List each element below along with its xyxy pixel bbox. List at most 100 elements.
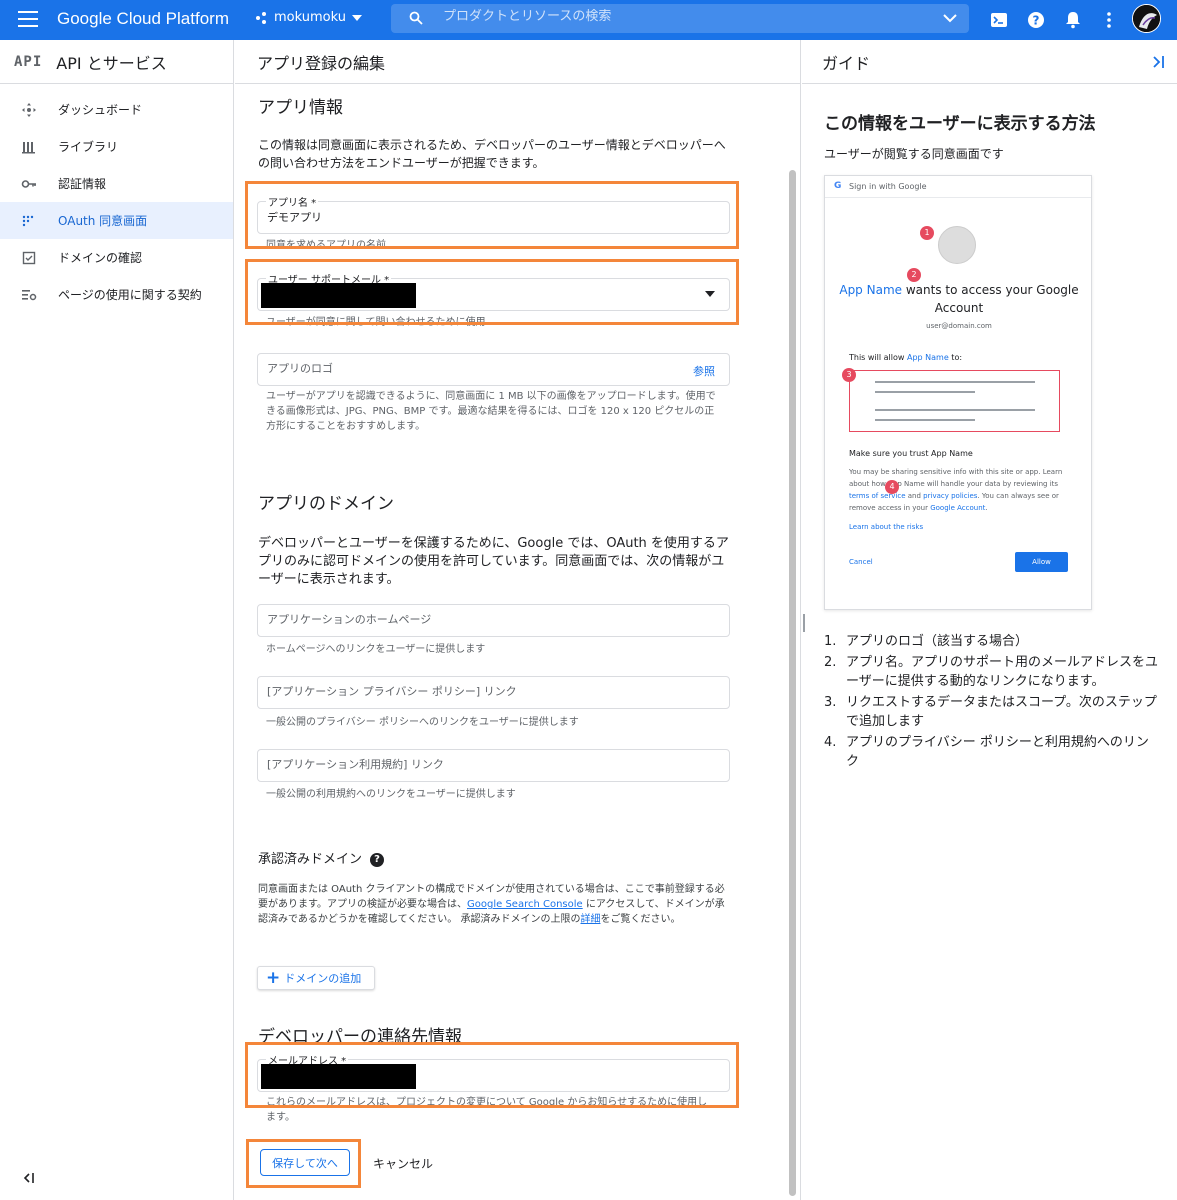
list-text: アプリのプライバシー ポリシーと利用規約へのリンク [846, 735, 1149, 769]
project-selector[interactable]: mokumoku [256, 10, 362, 25]
cloud-shell-icon[interactable] [989, 10, 1009, 30]
preview-app-name: App Name [839, 283, 903, 297]
fine-text: . [985, 504, 988, 512]
highlight-box [245, 1042, 739, 1108]
page-title: アプリ登録の編集 [235, 40, 800, 84]
terms-of-service-input[interactable] [267, 758, 697, 771]
left-navigation: API API とサービス ダッシュボード ライブラリ 認証情報 OAuth 同… [0, 40, 234, 1200]
account-avatar[interactable] [1132, 4, 1161, 33]
highlight-box [245, 181, 739, 249]
privacy-policy-input[interactable] [267, 685, 697, 698]
list-number: 4. [824, 735, 837, 750]
sidebar-item-credentials[interactable]: 認証情報 [0, 165, 233, 202]
app-logo-field[interactable]: 参照 [257, 353, 730, 386]
guide-list-item: 1. アプリのロゴ（該当する場合） [824, 632, 1159, 651]
library-icon [22, 142, 35, 154]
brand-title[interactable]: Google Cloud Platform [57, 9, 229, 29]
nav-title: API とサービス [56, 53, 167, 73]
chevron-down-icon [351, 14, 362, 21]
terms-link: terms of service [849, 492, 906, 500]
dashboard-icon [22, 103, 36, 117]
app-logo-placeholder [938, 226, 976, 264]
sidebar-item-label: ダッシュボード [58, 103, 143, 117]
preview-title: App Name wants to access your Google Acc… [825, 281, 1093, 317]
help-icon[interactable]: ? [370, 852, 385, 867]
search-icon [409, 11, 423, 25]
collapse-nav-icon[interactable] [22, 1172, 36, 1184]
nav-header: API API とサービス [0, 40, 233, 84]
preview-app-name: App Name [906, 353, 949, 362]
search-bar[interactable] [391, 4, 969, 33]
badge-4: 4 [885, 480, 899, 494]
add-domain-button[interactable]: + ドメインの追加 [257, 966, 375, 990]
terms-of-service-field[interactable] [257, 749, 730, 782]
privacy-policy-field[interactable] [257, 676, 730, 709]
highlight-box [246, 1139, 361, 1188]
account-link: Google Account [930, 504, 986, 512]
preview-cancel: Cancel [849, 558, 873, 566]
project-name: mokumoku [274, 10, 346, 25]
app-logo-input[interactable] [267, 362, 697, 375]
badge-3: 3 [842, 368, 856, 382]
sidebar-item-label: ドメインの確認 [58, 251, 143, 265]
badge-2: 2 [907, 268, 921, 282]
scope-line [875, 391, 975, 393]
authorized-domains-description: 同意画面または OAuth クライアントの構成でドメインが使用されている場合は、… [258, 882, 733, 927]
homepage-input[interactable] [267, 613, 697, 626]
preview-trust-title: Make sure you trust App Name [849, 449, 973, 458]
sidebar-item-label: ページの使用に関する契約 [58, 288, 202, 302]
more-vert-icon[interactable] [1099, 10, 1119, 30]
project-icon [256, 11, 268, 24]
google-logo-icon: G [834, 181, 842, 191]
terms-of-service-hint: 一般公開の利用規約へのリンクをユーザーに提供します [266, 789, 516, 800]
app-info-description: この情報は同意画面に表示されるため、デベロッパーのユーザー情報とデベロッパーへの… [258, 138, 726, 170]
homepage-hint: ホームページへのリンクをユーザーに提供します [266, 644, 486, 655]
preview-allow-prefix: This will allow [849, 353, 907, 362]
browse-button[interactable]: 参照 [693, 363, 715, 379]
list-text: リクエストするデータまたはスコープ。次のステップで追加します [846, 695, 1157, 729]
sidebar-item-library[interactable]: ライブラリ [0, 128, 233, 165]
checkbox-icon [22, 251, 36, 265]
guide-list-item: 3. リクエストするデータまたはスコープ。次のステップで追加します [824, 693, 1159, 731]
scope-line [875, 409, 1035, 411]
search-console-link[interactable]: Google Search Console [467, 899, 583, 910]
homepage-field[interactable] [257, 604, 730, 637]
sidebar-item-dashboard[interactable]: ダッシュボード [0, 91, 233, 128]
authorized-domains-heading: 承認済みドメイン? [258, 848, 385, 867]
guide-subtitle: ユーザーが閲覧する同意画面です [824, 147, 1004, 161]
preview-header: G Sign in with Google [825, 176, 1091, 198]
list-number: 2. [824, 655, 837, 670]
app-domain-title: アプリのドメイン [258, 494, 394, 514]
notifications-icon[interactable] [1063, 10, 1083, 30]
expand-search-icon[interactable] [943, 12, 957, 24]
help-icon[interactable]: ? [1026, 10, 1046, 30]
app-info-title: アプリ情報 [258, 98, 343, 118]
sidebar-item-label: 認証情報 [58, 177, 107, 191]
sidebar-item-page-usage-agreements[interactable]: ページの使用に関する契約 [0, 276, 233, 313]
avatar-image [1133, 5, 1160, 32]
guide-title: この情報をユーザーに表示する方法 [824, 114, 1096, 134]
svg-text:?: ? [1033, 14, 1040, 28]
settings-list-icon [22, 290, 37, 301]
preview-header-text: Sign in with Google [849, 182, 927, 191]
search-input[interactable] [443, 9, 923, 24]
preview-allow-suffix: to: [948, 353, 963, 362]
cancel-button[interactable]: キャンセル [373, 1155, 433, 1172]
authorized-domains-title: 承認済みドメイン [258, 852, 363, 867]
preview-allow-text: This will allow App Name to: [849, 353, 962, 362]
sidebar-item-oauth-consent[interactable]: OAuth 同意画面 [0, 202, 233, 239]
sidebar-item-label: ライブラリ [58, 140, 119, 154]
app-domain-description: デベロッパーとユーザーを保護するために、Google では、OAuth を使用す… [258, 536, 729, 587]
preview-risks-link: Learn about the risks [849, 523, 924, 531]
menu-icon[interactable] [18, 11, 38, 29]
guide-list-item: 4. アプリのプライバシー ポリシーと利用規約へのリンク [824, 733, 1159, 771]
privacy-policy-hint: 一般公開のプライバシー ポリシーへのリンクをユーザーに提供します [266, 717, 579, 728]
close-panel-icon[interactable] [1151, 55, 1165, 69]
sidebar-item-domain-verification[interactable]: ドメインの確認 [0, 239, 233, 276]
consent-icon [22, 215, 34, 227]
list-number: 1. [824, 634, 837, 649]
vertical-scrollbar[interactable] [789, 170, 796, 1196]
privacy-link: privacy policies [923, 492, 978, 500]
fine-text: You may be sharing sensitive info with t… [849, 468, 1063, 488]
details-link[interactable]: 詳細 [580, 914, 600, 925]
